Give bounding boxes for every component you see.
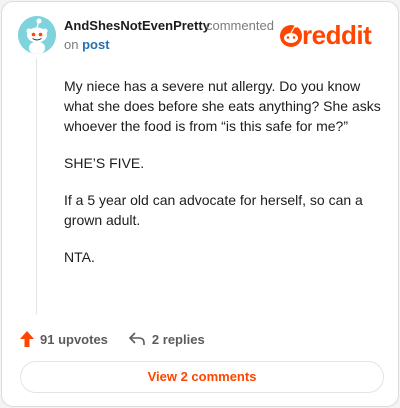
comment-paragraph: SHE’S FIVE.	[64, 155, 145, 171]
reddit-wordmark: reddit	[302, 20, 372, 50]
reply-icon[interactable]	[128, 331, 146, 347]
upvote-count[interactable]: 91 upvotes	[40, 332, 108, 347]
comment-paragraph: My niece has a severe nut allergy. Do yo…	[64, 78, 381, 134]
on-label: on	[64, 37, 79, 52]
reply-count[interactable]: 2 replies	[152, 332, 205, 347]
comment-paragraph: If a 5 year old can advocate for herself…	[64, 192, 363, 228]
post-link[interactable]: post	[82, 37, 109, 52]
comment-body: My niece has a severe nut allergy. Do yo…	[64, 76, 386, 284]
comment-actions: 91 upvotes 2 replies	[20, 329, 205, 349]
view-comments-button[interactable]: View 2 comments	[20, 361, 384, 393]
user-avatar[interactable]	[18, 16, 56, 54]
snoo-avatar-icon	[18, 16, 56, 54]
comment-action-label: commented	[206, 18, 274, 33]
thread-line[interactable]	[36, 58, 37, 314]
upvote-arrow-icon[interactable]	[20, 331, 34, 347]
comment-paragraph: NTA.	[64, 249, 95, 265]
comment-card: AndShesNotEvenPretty commented on post r…	[1, 1, 399, 407]
comment-author[interactable]: AndShesNotEvenPretty	[64, 18, 210, 33]
comment-context: on post	[64, 37, 110, 52]
